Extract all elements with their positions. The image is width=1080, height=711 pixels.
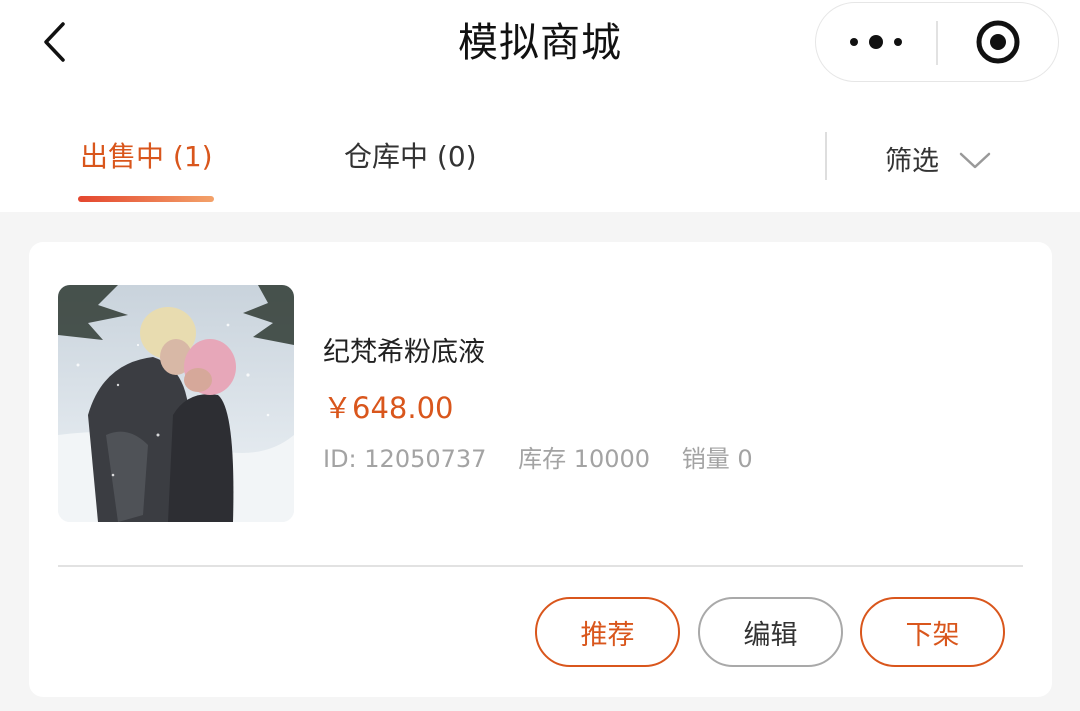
top-nav-bar: 模拟商城 — [0, 0, 1080, 100]
tab-on-sale[interactable]: 出售中 (1) — [80, 138, 213, 176]
filter-button[interactable]: 筛选 — [885, 136, 991, 180]
close-mini-program-button[interactable] — [938, 3, 1058, 81]
more-button[interactable] — [816, 3, 936, 81]
edit-button[interactable]: 编辑 — [698, 597, 843, 667]
product-price: ￥648.00 — [323, 391, 454, 425]
target-close-icon — [976, 20, 1020, 64]
mini-program-capsule — [815, 2, 1059, 82]
product-card: 纪梵希粉底液 ￥648.00 ID: 12050737 库存 10000 销量 … — [29, 242, 1052, 697]
product-id: ID: 12050737 — [323, 445, 487, 473]
recommend-button[interactable]: 推荐 — [535, 597, 680, 667]
filter-label: 筛选 — [885, 145, 939, 177]
product-name: 纪梵希粉底液 — [323, 337, 485, 368]
product-stock: 库存 10000 — [518, 445, 651, 473]
product-sales: 销量 0 — [681, 445, 753, 473]
more-dots-icon — [850, 35, 902, 49]
status-tabs: 出售中 (1) 仓库中 (0) 筛选 — [0, 100, 1080, 212]
tab-warehouse[interactable]: 仓库中 (0) — [344, 138, 477, 176]
take-down-button[interactable]: 下架 — [860, 597, 1005, 667]
chevron-down-icon — [959, 152, 991, 169]
tabs-divider — [825, 132, 827, 180]
product-photo — [58, 285, 294, 522]
card-divider — [58, 565, 1023, 567]
product-meta: ID: 12050737 库存 10000 销量 0 — [323, 442, 777, 476]
product-image[interactable] — [58, 285, 294, 522]
active-tab-indicator — [78, 196, 214, 202]
